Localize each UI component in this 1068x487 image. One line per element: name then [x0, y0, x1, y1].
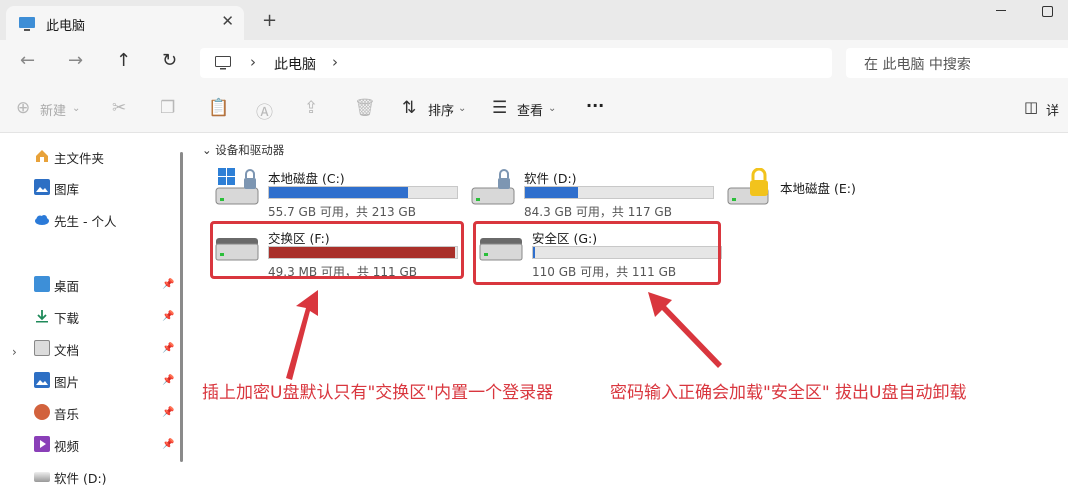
- arrow-left: [286, 290, 318, 380]
- annotation-right: 密码输入正确会加载"安全区" 拔出U盘自动卸载: [610, 383, 967, 403]
- annotation-left: 插上加密U盘默认只有"交换区"内置一个登录器: [202, 383, 554, 403]
- annotation-arrows: [286, 290, 722, 380]
- arrow-right: [648, 292, 722, 368]
